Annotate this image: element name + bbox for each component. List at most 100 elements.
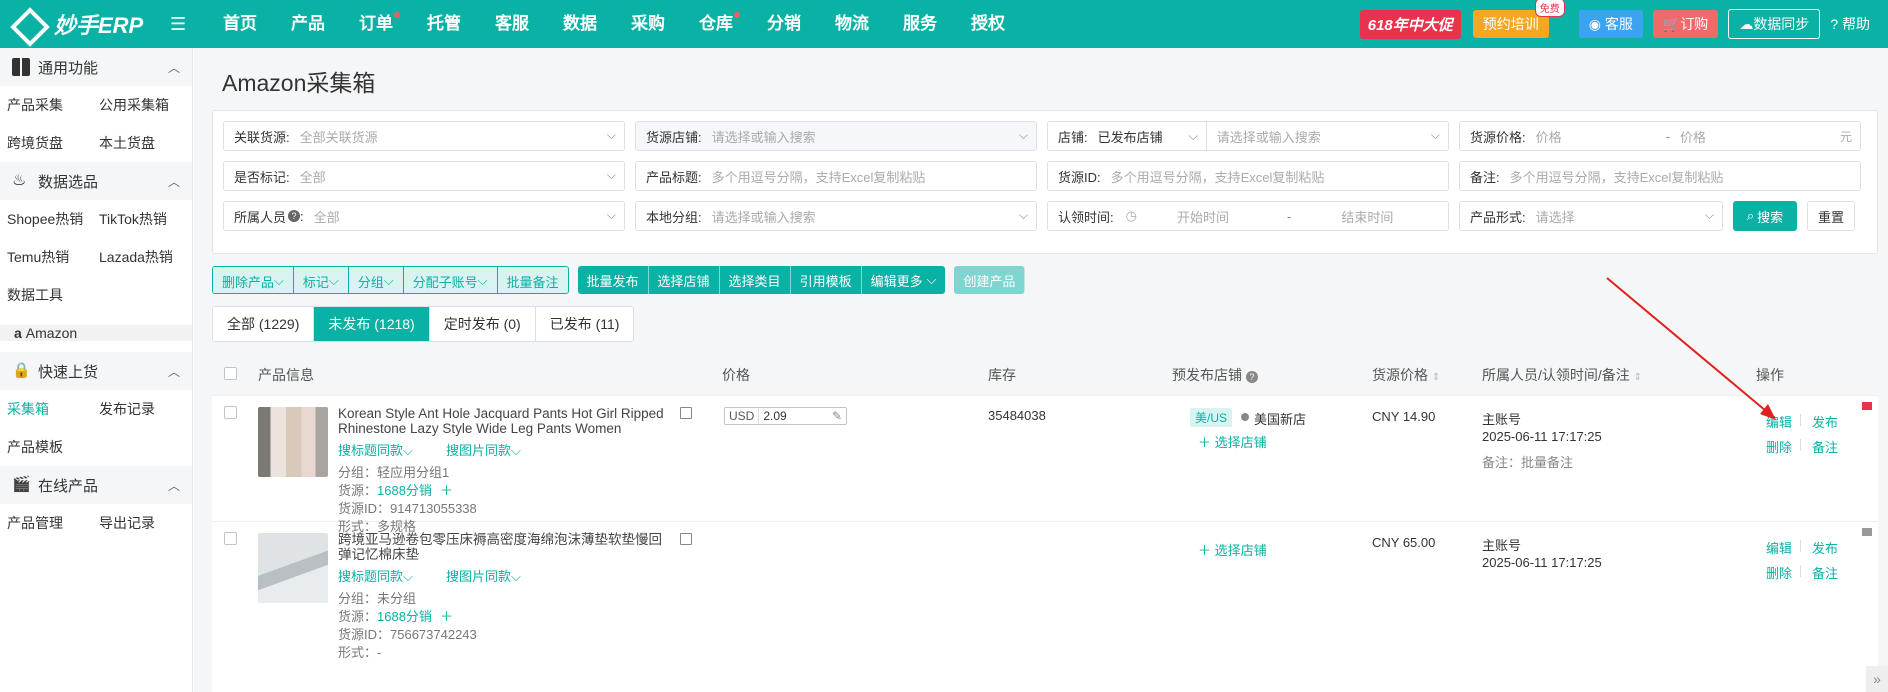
delete-link[interactable]: 删除 — [1766, 563, 1792, 582]
product-thumbnail[interactable] — [258, 533, 328, 603]
sidebar-item-amazon[interactable]: a Amazon — [0, 325, 192, 341]
source-link[interactable]: 1688分销 — [377, 609, 432, 624]
product-title[interactable]: Korean Style Ant Hole Jacquard Pants Hot… — [338, 406, 668, 436]
assign-subaccount-button[interactable]: 分配子账号 ⌵ — [403, 267, 498, 293]
search-same-title[interactable]: 搜标题同款⌵ — [338, 566, 413, 585]
choose-shop-link[interactable]: ＋ 选择店铺 — [1198, 432, 1267, 451]
expand-panel-icon[interactable]: » — [1866, 666, 1888, 692]
sidebar-item-data-tools[interactable]: 数据工具 — [0, 285, 92, 305]
price-max-placeholder[interactable]: 价格 — [1670, 127, 1706, 146]
nav-warehouse[interactable]: 仓库 — [682, 0, 750, 48]
price-range[interactable]: 货源价格: 价格 - 价格元 — [1459, 121, 1861, 151]
nav-product[interactable]: 产品 — [274, 0, 342, 48]
training-button[interactable]: 预约培训 免费 — [1472, 0, 1565, 38]
source-id-input[interactable]: 货源ID: 多个用逗号分隔，支持Excel复制粘贴 — [1047, 161, 1449, 191]
subscribe-button[interactable]: 🛒订购 — [1652, 10, 1719, 38]
menu-toggle-icon[interactable]: ☰ — [170, 14, 196, 35]
choose-shop-link[interactable]: ＋ 选择店铺 — [1198, 540, 1267, 559]
nav-distribution[interactable]: 分销 — [750, 0, 818, 48]
edit-more-button[interactable]: 编辑更多 ⌵ — [861, 266, 946, 294]
group-button[interactable]: 分组 ⌵ — [348, 267, 404, 293]
start-time[interactable]: 开始时间 — [1137, 207, 1287, 226]
sidebar-item-cross-border[interactable]: 跨境货盘 — [0, 133, 92, 153]
search-button[interactable]: ⌕ 搜索 — [1733, 201, 1797, 231]
marked-select[interactable]: 是否标记: 全部 ⌵ — [223, 161, 625, 191]
claim-time-range[interactable]: 认领时间: ◷ 开始时间 - 结束时间 — [1047, 201, 1449, 231]
select-category-button[interactable]: 选择类目 — [719, 266, 791, 294]
nav-home[interactable]: 首页 — [206, 0, 274, 48]
sidebar-item-export-log[interactable]: 导出记录 — [92, 513, 184, 533]
tab-published[interactable]: 已发布 (11) — [536, 307, 634, 341]
sidebar-item-shopee[interactable]: Shopee热销 — [0, 209, 92, 229]
sidebar-section-upload[interactable]: 🔒 快速上货 ︿ — [0, 352, 192, 390]
nav-services[interactable]: 服务 — [886, 0, 954, 48]
nav-logistics[interactable]: 物流 — [818, 0, 886, 48]
remark-link[interactable]: 备注 — [1812, 563, 1838, 582]
use-template-button[interactable]: 引用模板 — [790, 266, 862, 294]
edit-link[interactable]: 编辑 — [1766, 538, 1792, 557]
product-title[interactable]: 跨境亚马逊卷包零压床褥高密度海绵泡沫薄垫软垫慢回弹记忆棉床垫 — [338, 532, 668, 562]
nav-order[interactable]: 订单 — [342, 0, 410, 48]
batch-publish-button[interactable]: 批量发布 — [577, 266, 649, 294]
tab-all[interactable]: 全部 (1229) — [213, 307, 315, 341]
price-input[interactable]: USD 2.09 ✎ — [724, 407, 847, 425]
red-flag-icon[interactable] — [1862, 402, 1872, 410]
mark-button[interactable]: 标记 ⌵ — [293, 267, 349, 293]
chevron-up-icon[interactable]: ︿ — [168, 173, 180, 190]
select-all-checkbox[interactable] — [224, 367, 237, 380]
sidebar-item-public-box[interactable]: 公用采集箱 — [92, 95, 184, 115]
source-rel-select[interactable]: 关联货源: 全部关联货源 ⌵ — [223, 121, 625, 151]
local-group-select[interactable]: 本地分组: 请选择或输入搜索 ⌵ — [635, 201, 1037, 231]
th-src-price[interactable]: 货源价格 ⇕ — [1372, 365, 1440, 385]
nav-auth[interactable]: 授权 — [954, 0, 1022, 48]
nav-service[interactable]: 客服 — [478, 0, 546, 48]
shop-select[interactable]: 店铺: 已发布店铺 ⌵ 请选择或输入搜索 ⌵ — [1047, 121, 1449, 151]
chevron-up-icon[interactable]: ︿ — [168, 363, 180, 380]
question-icon[interactable]: ? — [288, 210, 301, 222]
owner-select[interactable]: 所属人员?: 全部 ⌵ — [223, 201, 625, 231]
tab-unpublished[interactable]: 未发布 (1218) — [314, 307, 430, 341]
promo-banner[interactable]: 618年中大促 — [1359, 9, 1461, 39]
product-title-input[interactable]: 产品标题: 多个用逗号分隔，支持Excel复制粘贴 — [635, 161, 1037, 191]
sidebar-section-selection[interactable]: ♨ 数据选品 ︿ — [0, 162, 192, 200]
sidebar-item-product-mgmt[interactable]: 产品管理 — [0, 513, 92, 533]
app-logo[interactable]: 妙手ERP — [0, 0, 170, 48]
reset-button[interactable]: 重置 — [1807, 201, 1855, 231]
sidebar-item-local[interactable]: 本土货盘 — [92, 133, 184, 153]
sidebar-item-lazada[interactable]: Lazada热销 — [92, 247, 184, 267]
sidebar-item-publish-log[interactable]: 发布记录 — [92, 399, 184, 419]
publish-link[interactable]: 发布 — [1812, 538, 1838, 557]
nav-hosting[interactable]: 托管 — [410, 0, 478, 48]
sidebar-section-online[interactable]: 🎬 在线产品 ︿ — [0, 466, 192, 504]
select-shop-button[interactable]: 选择店铺 — [648, 266, 720, 294]
product-form-select[interactable]: 产品形式: 请选择 ⌵ — [1459, 201, 1723, 231]
sidebar-item-temu[interactable]: Temu热销 — [0, 247, 92, 267]
help-link[interactable]: ? 帮助 — [1830, 14, 1870, 34]
price-min-placeholder[interactable]: 价格 — [1526, 127, 1666, 146]
sidebar-item-collect-box[interactable]: 采集箱 — [0, 399, 92, 419]
delete-product-button[interactable]: 删除产品 ⌵ — [213, 267, 294, 293]
data-sync-button[interactable]: ☁数据同步 — [1728, 9, 1821, 39]
row-checkbox[interactable] — [224, 406, 237, 419]
chevron-up-icon[interactable]: ︿ — [168, 477, 180, 494]
customer-service-button[interactable]: ◉ 客服 — [1578, 10, 1643, 38]
add-source-icon[interactable]: ＋ — [440, 609, 453, 624]
remark-input[interactable]: 备注: 多个用逗号分隔，支持Excel复制粘贴 — [1459, 161, 1861, 191]
th-owner[interactable]: 所属人员/认领时间/备注 ⇕ — [1482, 365, 1642, 385]
sidebar-item-template[interactable]: 产品模板 — [0, 437, 92, 457]
publish-link[interactable]: 发布 — [1812, 412, 1838, 431]
chevron-up-icon[interactable]: ︿ — [168, 59, 180, 76]
sidebar-section-general[interactable]: 通用功能 ︿ — [0, 48, 192, 86]
batch-remark-button[interactable]: 批量备注 — [497, 267, 568, 293]
edit-title-icon[interactable] — [680, 533, 692, 545]
edit-title-icon[interactable] — [680, 407, 692, 419]
nav-purchase[interactable]: 采购 — [614, 0, 682, 48]
search-same-image[interactable]: 搜图片同款⌵ — [446, 566, 521, 585]
end-time[interactable]: 结束时间 — [1291, 207, 1393, 226]
search-same-image[interactable]: 搜图片同款⌵ — [446, 440, 521, 459]
gray-flag-icon[interactable] — [1862, 528, 1872, 536]
add-source-icon[interactable]: ＋ — [440, 483, 453, 498]
remark-link[interactable]: 备注 — [1812, 437, 1838, 456]
nav-data[interactable]: 数据 — [546, 0, 614, 48]
source-link[interactable]: 1688分销 — [377, 483, 432, 498]
